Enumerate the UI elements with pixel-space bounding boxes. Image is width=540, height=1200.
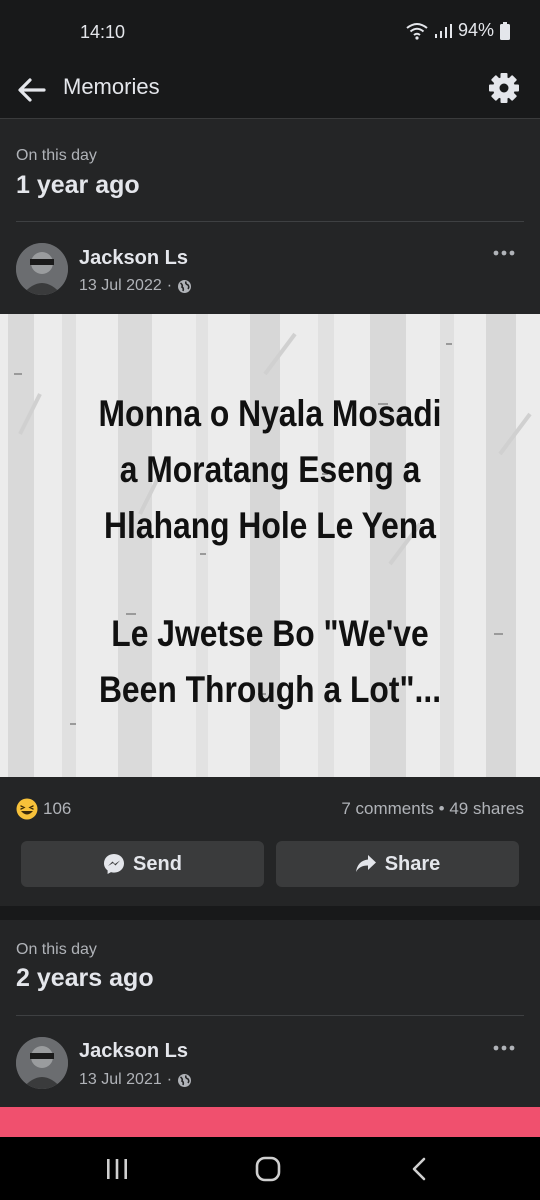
post-meta: 13 Jul 2021 · <box>79 1071 192 1089</box>
image-text-line: Le Jwetse Bo "We've <box>111 613 429 654</box>
section-separator <box>0 906 540 920</box>
status-time: 14:10 <box>80 22 126 42</box>
share-button[interactable]: Share <box>276 841 519 887</box>
reaction-row: 106 7 comments • 49 shares <box>0 795 540 823</box>
image-text-line: Been Through a Lot"... <box>98 669 442 710</box>
image-text-line: a Moratang Eseng a <box>119 449 421 490</box>
divider <box>16 221 524 222</box>
post-date[interactable]: 13 Jul 2022 <box>79 277 162 295</box>
post-author[interactable]: Jackson Ls <box>79 247 188 270</box>
image-text-line: Monna o Nyala Mosadi <box>98 393 442 434</box>
engagement-summary[interactable]: 7 comments • 49 shares <box>341 799 524 819</box>
memory-heading: 2 years ago <box>16 964 154 992</box>
status-indicators: 94% <box>406 20 510 41</box>
more-horizontal-icon[interactable] <box>492 1042 516 1054</box>
divider <box>16 1015 524 1016</box>
post-meta: 13 Jul 2022 · <box>79 277 192 295</box>
back-nav-icon[interactable] <box>411 1157 427 1181</box>
avatar[interactable] <box>16 243 68 295</box>
image-text-line: Hlahang Hole Le Yena <box>104 505 436 546</box>
battery-icon <box>500 21 510 40</box>
battery-percent: 94% <box>457 20 494 40</box>
globe-icon <box>178 279 192 293</box>
send-button[interactable]: Send <box>21 841 264 887</box>
system-nav-bar <box>0 1137 540 1200</box>
memory-heading: 1 year ago <box>16 171 140 199</box>
reaction-count[interactable]: 106 <box>43 799 71 819</box>
meta-separator: · <box>166 1071 173 1088</box>
memory-subtitle: On this day <box>16 941 97 958</box>
status-bar: 14:10 94% <box>0 0 540 62</box>
page-title: Memories <box>63 74 160 99</box>
more-horizontal-icon[interactable] <box>492 247 516 259</box>
next-post-preview[interactable] <box>0 1107 540 1137</box>
arrow-left-icon[interactable] <box>14 72 50 108</box>
memory-section: On this day 2 years ago Jackson Ls 13 Ju… <box>0 920 540 1107</box>
post-author[interactable]: Jackson Ls <box>79 1040 188 1063</box>
globe-icon <box>178 1073 192 1087</box>
home-icon[interactable] <box>255 1156 281 1182</box>
avatar[interactable] <box>16 1037 68 1089</box>
recent-apps-icon[interactable] <box>105 1158 129 1180</box>
laughing-emoji-icon[interactable] <box>16 798 38 820</box>
post-image[interactable]: Monna o Nyala Mosadi a Moratang Eseng a … <box>0 314 540 777</box>
share-arrow-icon <box>355 855 376 872</box>
meta-separator: · <box>166 277 173 294</box>
post-date[interactable]: 13 Jul 2021 <box>79 1071 162 1089</box>
messenger-icon <box>104 854 125 874</box>
gear-icon[interactable] <box>486 70 522 106</box>
send-label: Send <box>133 852 182 875</box>
memory-subtitle: On this day <box>16 147 97 164</box>
share-label: Share <box>384 852 441 875</box>
wifi-icon <box>406 22 428 40</box>
app-bar: Memories <box>0 62 540 119</box>
signal-icon <box>434 23 452 38</box>
